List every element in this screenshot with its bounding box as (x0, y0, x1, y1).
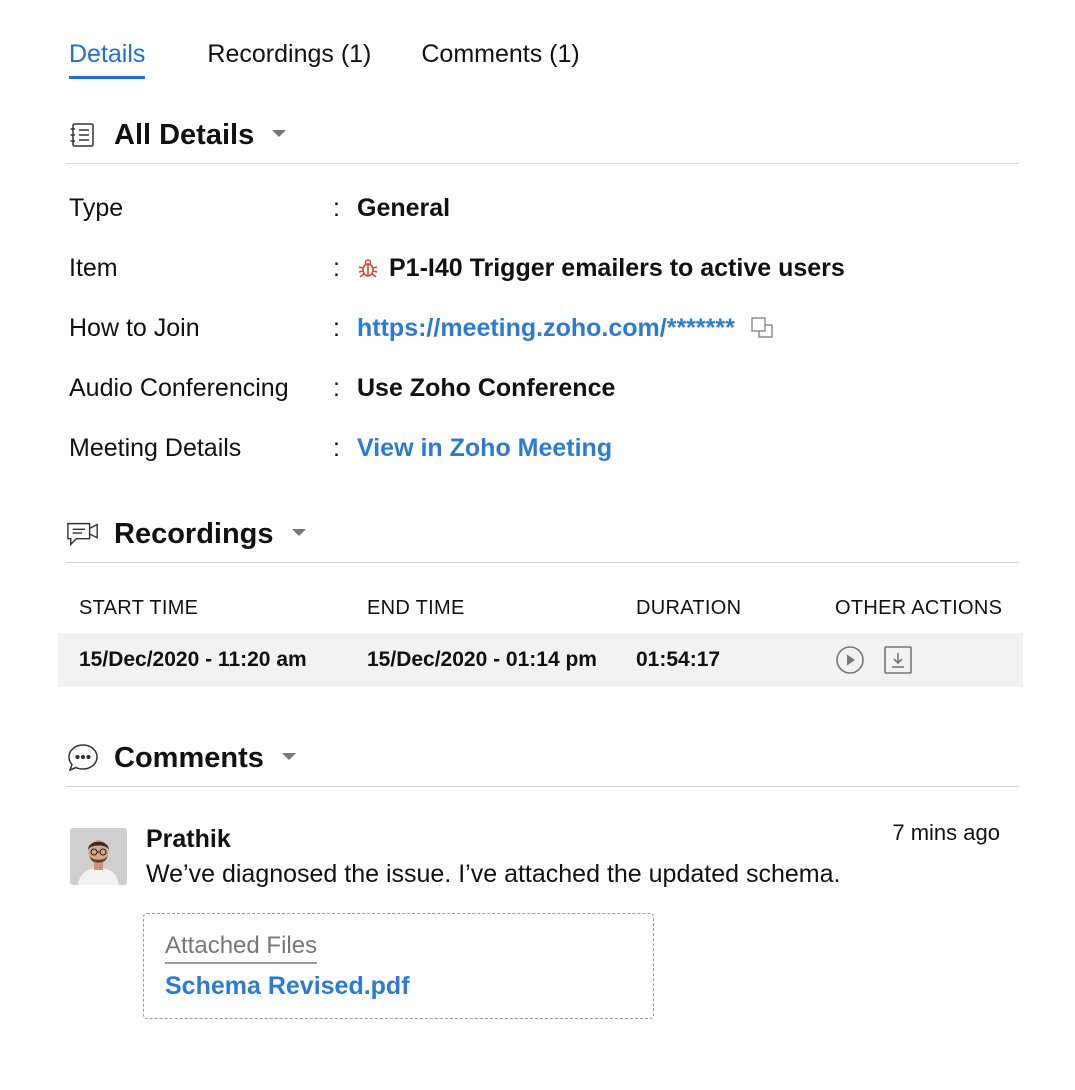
detail-row-item: Item : P1-I40 Trigger emailers to active… (69, 248, 969, 288)
detail-label: Meeting Details (69, 433, 242, 462)
end-time-cell: 15/Dec/2020 - 01:14 pm (367, 648, 597, 671)
play-icon[interactable] (835, 645, 865, 675)
table-row: 15/Dec/2020 - 11:20 am 15/Dec/2020 - 01:… (58, 633, 1023, 687)
detail-row-meeting-details: Meeting Details : View in Zoho Meeting (69, 428, 969, 468)
avatar (70, 828, 127, 885)
chevron-down-icon[interactable] (291, 529, 306, 536)
column-header-end-time: END TIME (367, 596, 465, 619)
bug-icon (358, 259, 378, 278)
recordings-header: Recordings (66, 517, 1019, 563)
detail-label: Item (69, 253, 118, 282)
comment-text: We’ve diagnosed the issue. I’ve attached… (146, 860, 841, 888)
comment-timestamp: 7 mins ago (892, 820, 1000, 845)
comments-title: Comments (114, 742, 264, 774)
column-header-duration: DURATION (636, 596, 742, 619)
tab-bar: Details Recordings (1) Comments (1) (69, 40, 580, 79)
actions-cell (815, 645, 1023, 675)
detail-row-audio-conferencing: Audio Conferencing : Use Zoho Conference (69, 368, 969, 408)
all-details-header: All Details (66, 118, 1019, 164)
tab-recordings[interactable]: Recordings (1) (207, 40, 371, 79)
attached-files-box: Attached Files Schema Revised.pdf (143, 913, 654, 1019)
detail-colon: : (333, 433, 340, 462)
meeting-link: https://meeting.zoho.com/******* (357, 314, 775, 343)
download-icon[interactable] (883, 645, 913, 675)
all-details-title: All Details (114, 119, 255, 151)
detail-colon: : (333, 193, 340, 222)
detail-value: General (357, 193, 451, 222)
copy-icon[interactable] (749, 315, 775, 341)
detail-row-how-to-join: How to Join : https://meeting.zoho.com/*… (69, 308, 969, 348)
column-header-start-time: START TIME (79, 596, 199, 619)
column-header-other-actions: OTHER ACTIONS (835, 596, 1003, 619)
chevron-down-icon[interactable] (281, 753, 296, 760)
detail-colon: : (333, 373, 340, 402)
tab-comments[interactable]: Comments (1) (421, 40, 579, 79)
detail-colon: : (333, 253, 340, 282)
view-in-zoho-meeting-link[interactable]: View in Zoho Meeting (357, 434, 612, 463)
detail-label: Type (69, 193, 124, 222)
recordings-title: Recordings (114, 518, 274, 550)
detail-value-item[interactable]: P1-I40 Trigger emailers to active users (357, 254, 845, 283)
duration-cell: 01:54:17 (636, 648, 721, 671)
start-time-cell: 15/Dec/2020 - 11:20 am (79, 648, 307, 671)
list-icon (66, 118, 100, 152)
comment-bubble-icon (66, 741, 100, 775)
tab-details[interactable]: Details (69, 40, 146, 79)
attached-files-title: Attached Files (165, 932, 318, 964)
detail-row-type: Type : General (69, 188, 969, 228)
detail-value: Use Zoho Conference (357, 373, 616, 402)
video-chat-icon (66, 517, 100, 551)
detail-colon: : (333, 313, 340, 342)
item-title: P1-I40 Trigger emailers to active users (389, 253, 845, 282)
comments-header: Comments (66, 741, 1019, 787)
recordings-table: START TIME END TIME DURATION OTHER ACTIO… (58, 590, 1023, 687)
meeting-url[interactable]: https://meeting.zoho.com/******* (357, 314, 735, 343)
detail-label: How to Join (69, 313, 200, 342)
comment-author: Prathik (146, 825, 231, 853)
table-header: START TIME END TIME DURATION OTHER ACTIO… (58, 590, 1023, 626)
detail-label: Audio Conferencing (69, 373, 289, 402)
attached-file-link[interactable]: Schema Revised.pdf (165, 972, 632, 1001)
chevron-down-icon[interactable] (272, 130, 287, 137)
